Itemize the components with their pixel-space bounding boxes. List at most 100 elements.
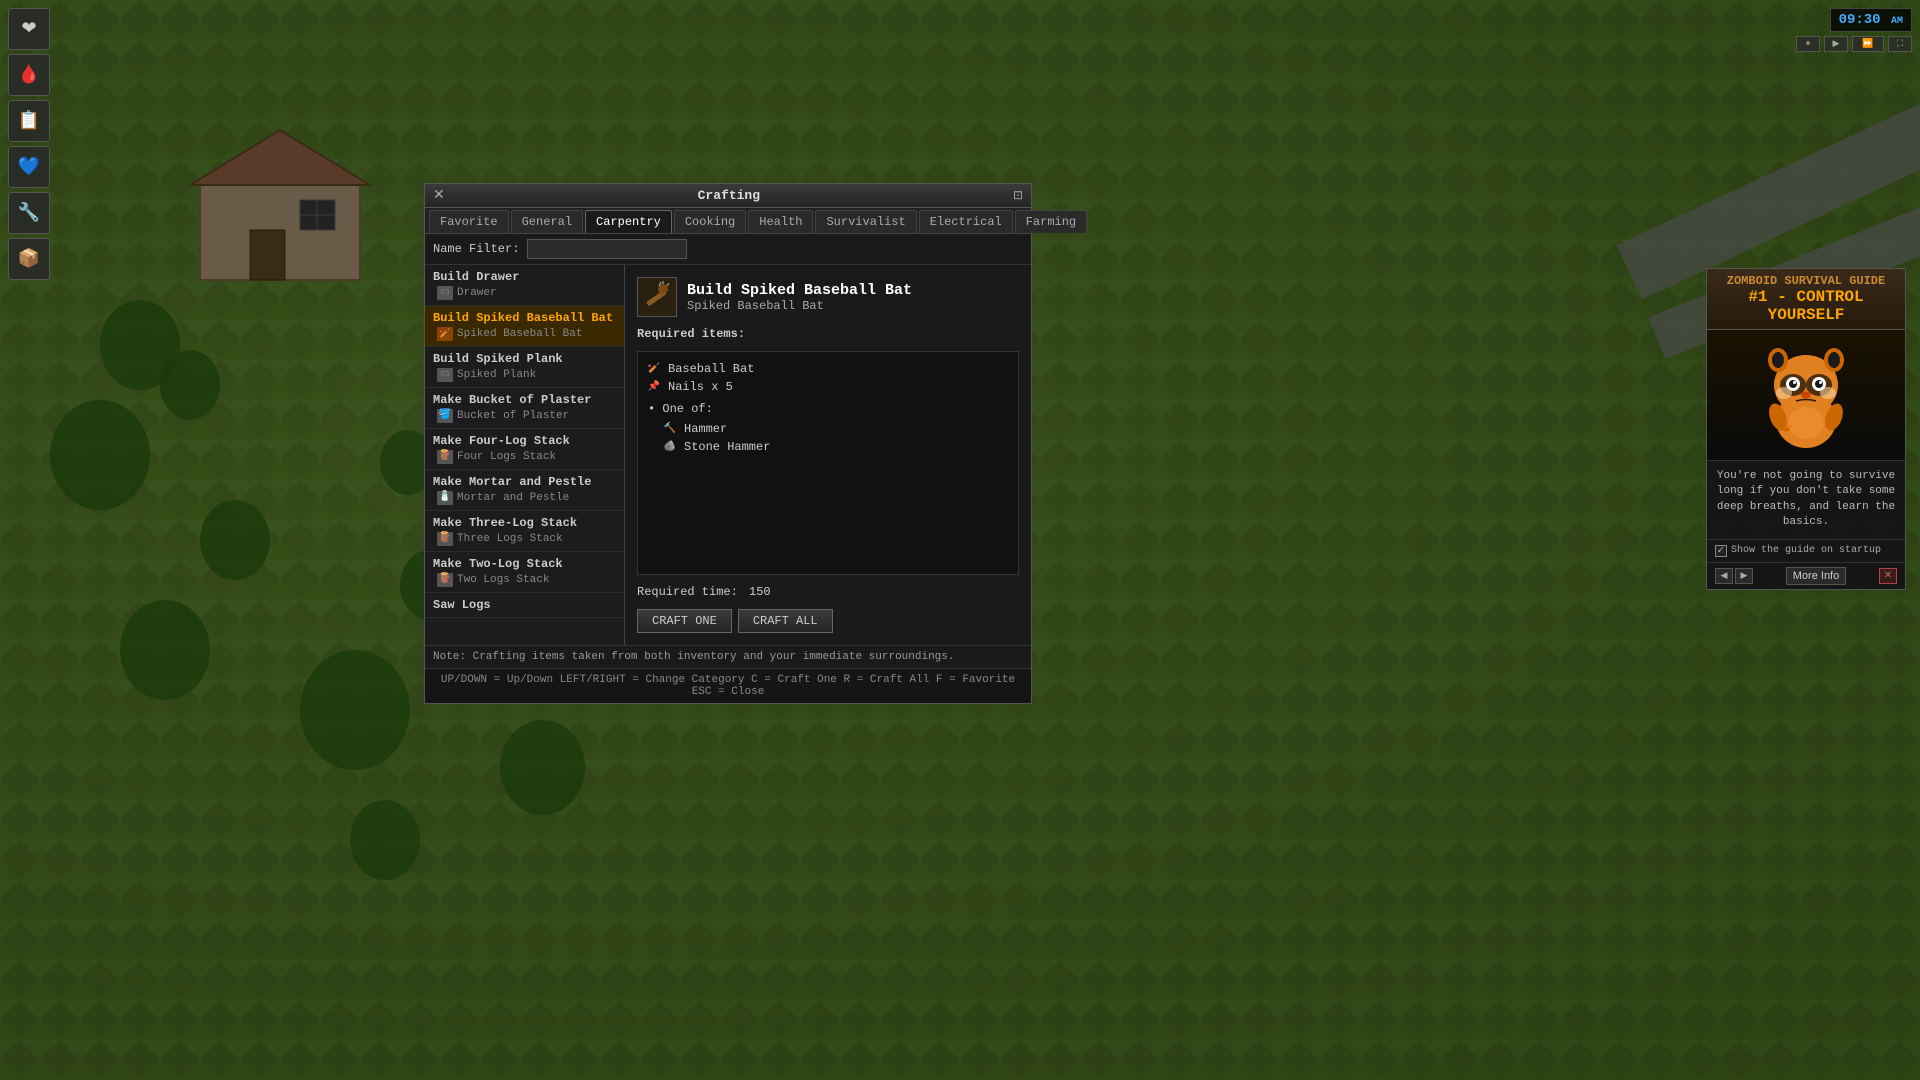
ingredient-stone-hammer: 🪨 Stone Hammer [646, 438, 1010, 456]
filter-label: Name Filter: [433, 242, 519, 256]
fast-forward-button[interactable]: ⏩ [1852, 36, 1884, 52]
recipe-spiked-plank[interactable]: Build Spiked Plank ▭ Spiked Plank [425, 347, 624, 388]
stone-hammer-icon: 🪨 [662, 440, 678, 454]
pause-button[interactable]: ⏸ [1796, 36, 1820, 52]
tree-6 [300, 650, 410, 770]
more-info-button[interactable]: More Info [1786, 567, 1846, 585]
hammer-icon: 🔨 [662, 422, 678, 436]
ingredients-box: 🏏 Baseball Bat 📌 Nails x 5 • One of: 🔨 H… [637, 351, 1019, 575]
crafting-content: Build Drawer ▭ Drawer Build Spiked Baseb… [425, 265, 1031, 645]
guide-raccoon-area [1707, 330, 1905, 460]
crafting-close-button[interactable]: ✕ [433, 189, 445, 203]
drawer-icon: ▭ [437, 286, 453, 300]
detail-subtitle: Spiked Baseball Bat [687, 299, 912, 313]
recipe-three-log-sub: 🪵 Three Logs Stack [433, 532, 616, 546]
tab-survivalist[interactable]: Survivalist [815, 210, 916, 233]
blood-icon[interactable]: 🩸 [8, 54, 50, 96]
crafting-tabs: Favorite General Carpentry Cooking Healt… [425, 208, 1031, 234]
recipe-spiked-bat[interactable]: Build Spiked Baseball Bat 🏏 Spiked Baseb… [425, 306, 624, 347]
tab-carpentry[interactable]: Carpentry [585, 210, 672, 233]
survival-guide-panel: ZOMBOID SURVIVAL GUIDE #1 - CONTROL YOUR… [1706, 268, 1906, 590]
required-items-label: Required items: [637, 327, 1019, 341]
tree-9 [350, 800, 420, 880]
guide-next-button[interactable]: ▶ [1735, 568, 1753, 584]
tree-3 [50, 400, 150, 510]
guide-number: #1 - CONTROL YOURSELF [1715, 288, 1897, 324]
recipe-saw-logs[interactable]: Saw Logs [425, 593, 624, 618]
crafting-note: Note: Crafting items taken from both inv… [425, 645, 1031, 668]
tab-cooking[interactable]: Cooking [674, 210, 746, 233]
craft-one-button[interactable]: CRAFT ONE [637, 609, 732, 633]
name-filter-row: Name Filter: [425, 234, 1031, 265]
clock-display: 09:30 AM [1830, 8, 1912, 32]
detail-header: Build Spiked Baseball Bat Spiked Basebal… [637, 277, 1019, 317]
guide-body-text: You're not going to survive long if you … [1707, 460, 1905, 539]
recipe-build-drawer-name: Build Drawer [433, 270, 616, 284]
recipe-four-log-name: Make Four-Log Stack [433, 434, 616, 448]
crafting-title: Crafting [698, 188, 760, 203]
tab-electrical[interactable]: Electrical [919, 210, 1013, 233]
recipe-saw-logs-name: Saw Logs [433, 598, 616, 612]
log-stack-icon: 🪵 [437, 450, 453, 464]
craft-all-button[interactable]: CRAFT ALL [738, 609, 833, 633]
recipe-build-drawer[interactable]: Build Drawer ▭ Drawer [425, 265, 624, 306]
play-button[interactable]: ▶ [1824, 36, 1848, 52]
expand-button[interactable]: ⛶ [1888, 36, 1912, 52]
heart-hud-icon[interactable]: 💙 [8, 146, 50, 188]
crafting-shortcuts: UP/DOWN = Up/Down LEFT/RIGHT = Change Ca… [425, 668, 1031, 703]
recipe-spiked-bat-name: Build Spiked Baseball Bat [433, 311, 616, 325]
ingredient-hammer: 🔨 Hammer [646, 420, 1010, 438]
show-on-startup-label: Show the guide on startup [1731, 545, 1897, 556]
spiked-plank-icon: ▭ [437, 368, 453, 382]
mortar-icon: 🧂 [437, 491, 453, 505]
box-hud-icon[interactable]: 📦 [8, 238, 50, 280]
ingredient-baseball-bat: 🏏 Baseball Bat [646, 360, 1010, 378]
clock-ampm: AM [1891, 16, 1903, 27]
recipe-mortar-name: Make Mortar and Pestle [433, 475, 616, 489]
tree-2 [160, 350, 220, 420]
guide-nav-buttons: ◀ ▶ [1715, 568, 1753, 584]
hud-panel: ❤ 🩸 📋 💙 🔧 📦 [8, 8, 50, 280]
recipe-four-log-sub: 🪵 Four Logs Stack [433, 450, 616, 464]
recipe-four-log[interactable]: Make Four-Log Stack 🪵 Four Logs Stack [425, 429, 624, 470]
bucket-icon: 🪣 [437, 409, 453, 423]
wrench-hud-icon[interactable]: 🔧 [8, 192, 50, 234]
guide-header: ZOMBOID SURVIVAL GUIDE #1 - CONTROL YOUR… [1707, 269, 1905, 330]
tree-8 [500, 720, 585, 815]
recipe-detail-panel: Build Spiked Baseball Bat Spiked Basebal… [625, 265, 1031, 645]
recipe-two-log[interactable]: Make Two-Log Stack 🪵 Two Logs Stack [425, 552, 624, 593]
guide-prev-button[interactable]: ◀ [1715, 568, 1733, 584]
recipe-spiked-plank-name: Build Spiked Plank [433, 352, 616, 366]
house-scene [170, 100, 390, 305]
nails-icon: 📌 [646, 380, 662, 394]
guide-footer: ✓ Show the guide on startup [1707, 539, 1905, 562]
tree-4 [200, 500, 270, 580]
guide-bottom-bar: ◀ ▶ More Info ✕ [1707, 562, 1905, 589]
health-hud-icon[interactable]: ❤ [8, 8, 50, 50]
one-of-label: • One of: [646, 402, 1010, 416]
recipe-spiked-plank-sub: ▭ Spiked Plank [433, 368, 616, 382]
recipe-build-drawer-sub: ▭ Drawer [433, 286, 616, 300]
baseball-bat-icon: 🏏 [646, 362, 662, 376]
crafting-titlebar: ✕ Crafting ⊡ [425, 184, 1031, 208]
guide-header-text: ZOMBOID SURVIVAL GUIDE [1715, 274, 1897, 288]
tab-favorite[interactable]: Favorite [429, 210, 509, 233]
crafting-maximize-button[interactable]: ⊡ [1013, 188, 1023, 203]
recipe-bucket-plaster-name: Make Bucket of Plaster [433, 393, 616, 407]
recipe-spiked-bat-sub: 🏏 Spiked Baseball Bat [433, 327, 616, 341]
recipe-three-log-name: Make Three-Log Stack [433, 516, 616, 530]
detail-title: Build Spiked Baseball Bat [687, 282, 912, 299]
name-filter-input[interactable] [527, 239, 687, 259]
recipe-bucket-plaster[interactable]: Make Bucket of Plaster 🪣 Bucket of Plast… [425, 388, 624, 429]
guide-close-button[interactable]: ✕ [1879, 568, 1897, 584]
recipe-three-log[interactable]: Make Three-Log Stack 🪵 Three Logs Stack [425, 511, 624, 552]
recipe-detail-icon [637, 277, 677, 317]
show-on-startup-checkbox[interactable]: ✓ [1715, 545, 1727, 557]
recipe-mortar[interactable]: Make Mortar and Pestle 🧂 Mortar and Pest… [425, 470, 624, 511]
tab-health[interactable]: Health [748, 210, 813, 233]
tab-farming[interactable]: Farming [1015, 210, 1087, 233]
tab-general[interactable]: General [511, 210, 583, 233]
recipe-list[interactable]: Build Drawer ▭ Drawer Build Spiked Baseb… [425, 265, 625, 645]
tree-5 [120, 600, 210, 700]
skills-hud-icon[interactable]: 📋 [8, 100, 50, 142]
